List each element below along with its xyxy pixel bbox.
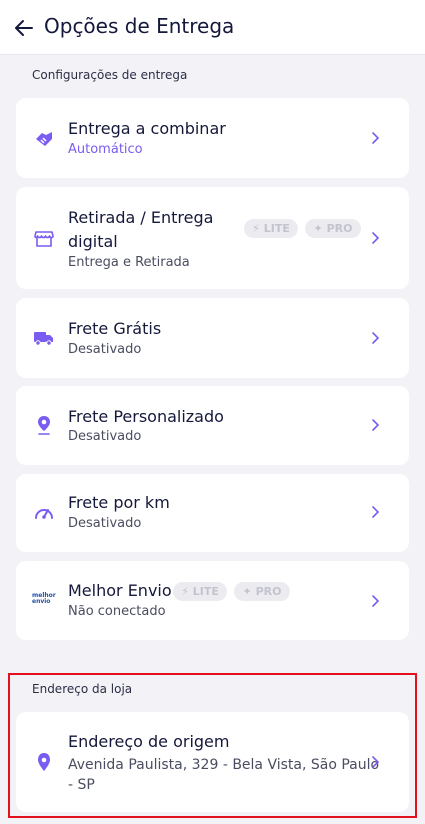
- option-title-line2: digital: [68, 232, 118, 251]
- option-title: Frete por km: [68, 493, 170, 512]
- chevron-right-icon: [372, 756, 380, 768]
- option-subtitle: Desativado: [68, 342, 142, 357]
- option-subtitle: Desativado: [68, 429, 142, 444]
- melhor-envio-logo: melhor envio: [32, 592, 56, 605]
- chevron-right-icon: [372, 419, 380, 431]
- origin-address-line2: - SP: [68, 777, 95, 793]
- page-title: Opções de Entrega: [44, 14, 235, 38]
- option-subtitle: Desativado: [68, 516, 142, 531]
- handshake-icon: [36, 132, 52, 146]
- speedometer-icon: [35, 509, 53, 519]
- pro-badge: ✦ PRO: [305, 219, 361, 238]
- origin-title: Endereço de origem: [68, 732, 230, 751]
- truck-icon: [34, 332, 53, 346]
- delivery-option-frete-por-km[interactable]: Frete por km Desativado: [16, 474, 409, 552]
- delivery-option-melhor-envio[interactable]: melhor envio Melhor Envio Não conectado …: [16, 561, 409, 640]
- option-subtitle: Não conectado: [68, 604, 166, 619]
- pro-badge: ✦ PRO: [234, 582, 290, 601]
- store-icon: [34, 231, 54, 247]
- lite-badge: ⚡ LITE: [244, 219, 298, 238]
- location-pin-icon: [38, 416, 50, 435]
- origin-address-card[interactable]: Endereço de origem Avenida Paulista, 329…: [16, 712, 409, 812]
- chevron-right-icon: [372, 332, 380, 344]
- delivery-option-retirada-entrega-digital[interactable]: Retirada / Entrega digital Entrega e Ret…: [16, 187, 409, 289]
- option-title: Frete Personalizado: [68, 407, 224, 426]
- store-address-label: Endereço da loja: [32, 682, 133, 696]
- chevron-right-icon: [372, 232, 380, 244]
- chevron-right-icon: [372, 506, 380, 518]
- location-pin-icon: [38, 753, 50, 771]
- option-title: Entrega a combinar: [68, 119, 226, 138]
- lite-badge: ⚡ LITE: [173, 582, 227, 601]
- delivery-settings-label: Configurações de entrega: [32, 68, 188, 82]
- delivery-option-frete-gratis[interactable]: Frete Grátis Desativado: [16, 298, 409, 378]
- chevron-right-icon: [372, 595, 380, 607]
- option-title-line1: Retirada / Entrega: [68, 208, 214, 227]
- delivery-option-entrega-a-combinar[interactable]: Entrega a combinar Automático: [16, 98, 409, 178]
- back-arrow-icon[interactable]: [13, 17, 35, 39]
- origin-address-line1: Avenida Paulista, 329 - Bela Vista, São …: [68, 757, 380, 773]
- option-subtitle: Automático: [68, 142, 143, 157]
- option-title: Frete Grátis: [68, 319, 162, 338]
- delivery-option-frete-personalizado[interactable]: Frete Personalizado Desativado: [16, 386, 409, 465]
- app-header: Opções de Entrega: [0, 0, 425, 55]
- option-subtitle: Entrega e Retirada: [68, 255, 190, 270]
- option-title: Melhor Envio: [68, 581, 172, 600]
- chevron-right-icon: [372, 132, 380, 144]
